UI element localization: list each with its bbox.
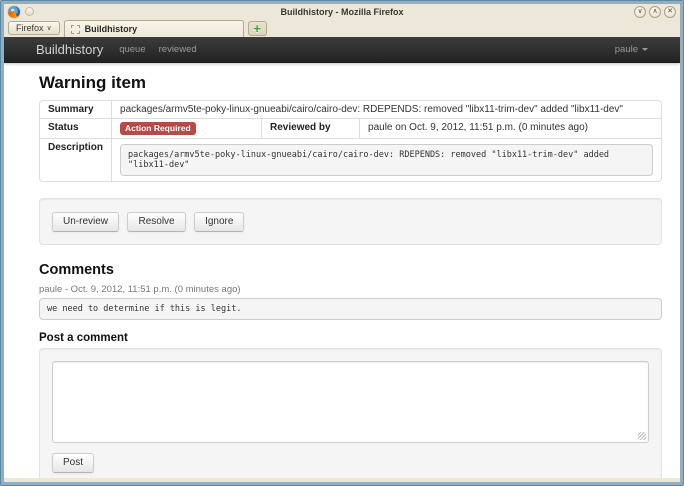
new-tab-button[interactable]: + bbox=[248, 21, 267, 36]
window-title: Buildhistory - Mozilla Firefox bbox=[4, 7, 680, 17]
titlebar: Buildhistory - Mozilla Firefox ∨ ∧ ✕ bbox=[4, 4, 680, 19]
navbar-brand[interactable]: Buildhistory bbox=[36, 42, 103, 57]
firefox-window: Buildhistory - Mozilla Firefox ∨ ∧ ✕ Fir… bbox=[0, 0, 684, 486]
status-label: Status bbox=[40, 118, 111, 138]
un-review-button[interactable]: Un-review bbox=[52, 212, 119, 232]
table-row-description: Description packages/armv5te-poky-linux-… bbox=[40, 138, 661, 181]
nav-link-queue[interactable]: queue bbox=[119, 44, 145, 55]
status-badge: Action Required bbox=[120, 122, 196, 135]
textarea-wrap bbox=[52, 361, 649, 443]
window-controls: ∨ ∧ ✕ bbox=[634, 6, 676, 18]
page-title: Warning item bbox=[39, 73, 662, 93]
page-content: Warning item Summary packages/armv5te-po… bbox=[4, 63, 680, 478]
ignore-button[interactable]: Ignore bbox=[194, 212, 244, 232]
window-bottom-frame bbox=[4, 478, 680, 482]
maximize-button[interactable]: ∧ bbox=[649, 6, 661, 18]
window-inner: Buildhistory - Mozilla Firefox ∨ ∧ ✕ Fir… bbox=[4, 4, 680, 482]
summary-label: Summary bbox=[40, 101, 111, 118]
actions-well: Un-review Resolve Ignore bbox=[39, 198, 662, 245]
tab-label: Buildhistory bbox=[85, 24, 138, 34]
reviewed-by-value: paule on Oct. 9, 2012, 11:51 p.m. (0 min… bbox=[359, 118, 661, 138]
comment-input[interactable] bbox=[52, 361, 649, 443]
post-comment-well: Post bbox=[39, 348, 662, 478]
reviewed-by-label: Reviewed by bbox=[261, 118, 359, 138]
comment-body: we need to determine if this is legit. bbox=[39, 298, 662, 320]
status-badge-cell: Action Required bbox=[111, 118, 261, 138]
details-table: Summary packages/armv5te-poky-linux-gnue… bbox=[40, 101, 661, 181]
description-label: Description bbox=[40, 138, 111, 181]
chevron-down-icon: ∨ bbox=[47, 24, 52, 32]
resize-grip-icon[interactable] bbox=[638, 432, 646, 440]
minimize-button[interactable]: ∨ bbox=[634, 6, 646, 18]
container: Warning item Summary packages/armv5te-po… bbox=[4, 63, 680, 478]
caret-down-icon bbox=[642, 48, 648, 51]
details-table-wrap: Summary packages/armv5te-poky-linux-gnue… bbox=[39, 100, 662, 182]
user-name: paule bbox=[615, 44, 638, 55]
plus-icon: + bbox=[253, 24, 261, 34]
close-button[interactable]: ✕ bbox=[664, 6, 676, 18]
description-cell: packages/armv5te-poky-linux-gnueabi/cair… bbox=[111, 138, 661, 181]
comment-meta: paule - Oct. 9, 2012, 11:51 p.m. (0 minu… bbox=[39, 284, 662, 295]
firefox-menu-label: Firefox bbox=[16, 23, 44, 33]
firefox-menu-button[interactable]: Firefox ∨ bbox=[8, 21, 60, 35]
nav-link-reviewed[interactable]: reviewed bbox=[159, 44, 197, 55]
description-code: packages/armv5te-poky-linux-gnueabi/cair… bbox=[120, 144, 653, 176]
favicon-placeholder-icon bbox=[71, 25, 80, 34]
titlebar-circle-button[interactable] bbox=[25, 7, 34, 16]
summary-value: packages/armv5te-poky-linux-gnueabi/cair… bbox=[111, 101, 661, 118]
user-dropdown[interactable]: paule bbox=[615, 44, 648, 55]
table-row-summary: Summary packages/armv5te-poky-linux-gnue… bbox=[40, 101, 661, 118]
firefox-icon bbox=[8, 6, 20, 18]
site-navbar: Buildhistory queue reviewed paule bbox=[4, 37, 680, 63]
post-comment-heading: Post a comment bbox=[39, 332, 662, 344]
tab-strip: Firefox ∨ Buildhistory + bbox=[4, 19, 680, 37]
resolve-button[interactable]: Resolve bbox=[127, 212, 185, 232]
browser-viewport: Buildhistory queue reviewed paule Warnin… bbox=[4, 37, 680, 478]
post-button[interactable]: Post bbox=[52, 453, 94, 473]
tab-buildhistory[interactable]: Buildhistory bbox=[64, 20, 244, 37]
comments-heading: Comments bbox=[39, 262, 662, 278]
table-row-status: Status Action Required Reviewed by paule… bbox=[40, 118, 661, 138]
